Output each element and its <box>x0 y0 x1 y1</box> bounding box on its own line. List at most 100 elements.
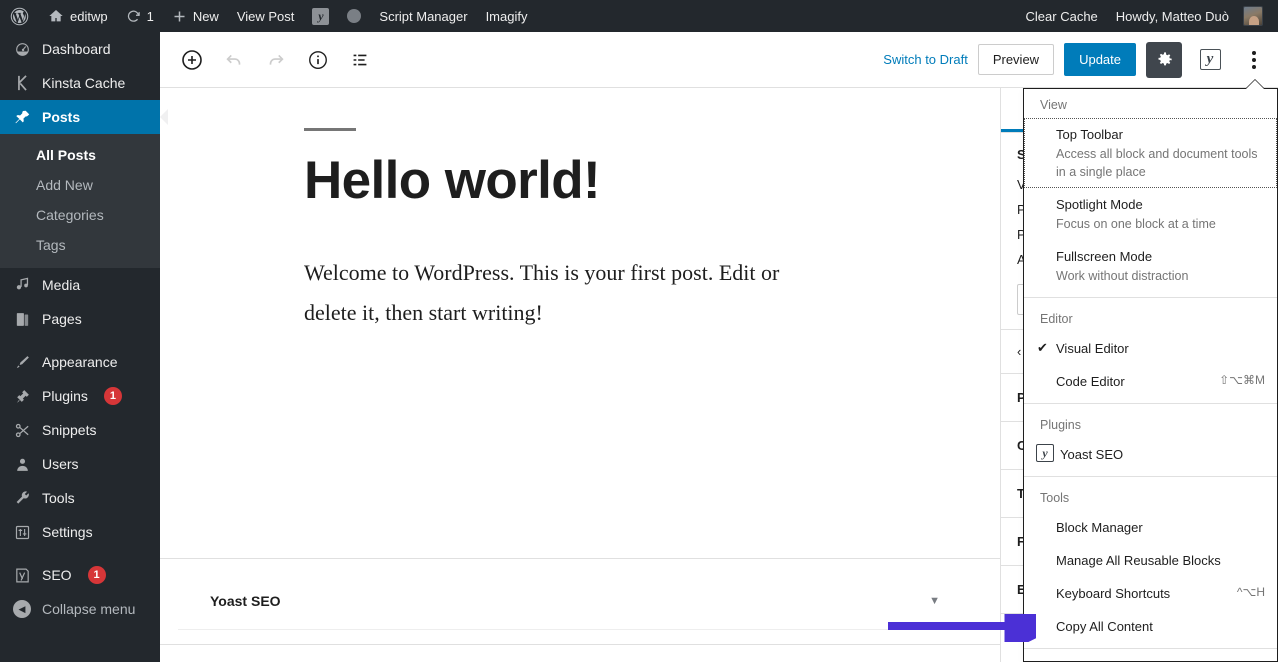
sidebar-item-label: Kinsta Cache <box>42 75 125 91</box>
submenu-item-categories[interactable]: Categories <box>0 200 160 230</box>
users-icon <box>12 456 32 473</box>
avatar <box>1243 6 1263 26</box>
menu-item-visual-editor[interactable]: ✔ Visual Editor <box>1024 332 1277 365</box>
sidebar-item-appearance[interactable]: Appearance <box>0 345 160 379</box>
editor-canvas: Hello world! Welcome to WordPress. This … <box>160 88 1000 662</box>
title-rule <box>304 128 356 131</box>
site-name-menu[interactable]: editwp <box>39 0 117 32</box>
menu-item-keyboard-shortcuts[interactable]: Keyboard Shortcuts ^⌥H <box>1024 577 1277 610</box>
script-manager-label: Script Manager <box>379 9 467 24</box>
collapse-menu-button[interactable]: ◀ Collapse menu <box>0 592 160 626</box>
seo-notification-badge: 1 <box>88 566 106 584</box>
sidebar-item-dashboard[interactable]: Dashboard <box>0 32 160 66</box>
menu-item-yoast-seo[interactable]: y Yoast SEO <box>1024 438 1277 471</box>
sidebar-item-label: Snippets <box>42 422 96 438</box>
submenu-item-add-new[interactable]: Add New <box>0 170 160 200</box>
yoast-seo-icon: y <box>1036 444 1054 462</box>
wordpress-logo-menu[interactable] <box>0 0 39 32</box>
imagify-menu[interactable]: Imagify <box>477 0 537 32</box>
menu-item-block-manager[interactable]: Block Manager <box>1024 511 1277 544</box>
sidebar-item-kinsta-cache[interactable]: Kinsta Cache <box>0 66 160 100</box>
submenu-item-tags[interactable]: Tags <box>0 230 160 260</box>
menu-divider <box>1024 403 1277 404</box>
menu-item-title: Top Toolbar <box>1056 125 1265 144</box>
clear-cache-button[interactable]: Clear Cache <box>1017 0 1107 32</box>
menu-item-description: Focus on one block at a time <box>1056 215 1265 233</box>
my-account-menu[interactable]: Howdy, Matteo Duò <box>1107 0 1272 32</box>
editor-header-actions: Switch to Draft Preview Update y <box>883 42 1270 78</box>
script-manager-menu[interactable]: Script Manager <box>370 0 476 32</box>
new-content-menu[interactable]: New <box>163 0 228 32</box>
sidebar-item-media[interactable]: Media <box>0 268 160 302</box>
editor-header: Switch to Draft Preview Update y <box>160 32 1278 88</box>
post-title[interactable]: Hello world! <box>304 153 1000 209</box>
preview-button[interactable]: Preview <box>978 44 1054 75</box>
menu-item-fullscreen-mode[interactable]: Fullscreen Mode Work without distraction <box>1024 240 1277 292</box>
add-block-icon[interactable] <box>174 42 210 78</box>
new-label: New <box>193 9 219 24</box>
sidebar-item-label: SEO <box>42 567 72 583</box>
menu-item-manage-all-reusable-blocks[interactable]: Manage All Reusable Blocks <box>1024 544 1277 577</box>
menu-item-shortcut: ^⌥H <box>1237 584 1265 599</box>
redo-icon[interactable] <box>258 42 294 78</box>
pages-icon <box>12 311 32 328</box>
menu-group-label-editor: Editor <box>1024 303 1277 332</box>
sidebar-item-pages[interactable]: Pages <box>0 302 160 336</box>
sidebar-item-seo[interactable]: SEO 1 <box>0 558 160 592</box>
sidebar-item-snippets[interactable]: Snippets <box>0 413 160 447</box>
plus-icon <box>172 9 187 24</box>
pin-icon <box>12 109 32 126</box>
menu-item-title: Fullscreen Mode <box>1056 247 1265 266</box>
metabox-header[interactable]: Yoast SEO ▼ <box>178 573 982 630</box>
menu-item-copy-all-content[interactable]: Copy All Content <box>1024 610 1277 643</box>
menu-item-code-editor[interactable]: Code Editor ⇧⌥⌘M <box>1024 365 1277 398</box>
menu-item-title: Manage All Reusable Blocks <box>1056 551 1265 570</box>
yoast-seo-icon <box>12 567 32 584</box>
menu-divider <box>1024 648 1277 649</box>
chevron-down-icon[interactable]: ▼ <box>929 595 940 607</box>
sidebar-item-label: Media <box>42 277 80 293</box>
menu-item-spotlight-mode[interactable]: Spotlight Mode Focus on one block at a t… <box>1024 188 1277 240</box>
details-info-icon[interactable] <box>300 42 336 78</box>
settings-icon <box>12 524 32 541</box>
kebab-menu-icon[interactable] <box>1238 42 1270 78</box>
wrench-icon <box>12 490 32 507</box>
menu-item-title: Yoast SEO <box>1060 445 1265 464</box>
menu-item-title: Spotlight Mode <box>1056 195 1265 214</box>
sidebar-item-posts[interactable]: Posts <box>0 100 160 134</box>
sidebar-item-plugins[interactable]: Plugins 1 <box>0 379 160 413</box>
plugins-update-badge: 1 <box>104 387 122 405</box>
sidebar-item-label: Settings <box>42 524 93 540</box>
list-view-icon[interactable] <box>342 42 378 78</box>
post-paragraph-block[interactable]: Welcome to WordPress. This is your first… <box>304 253 804 333</box>
imagify-label: Imagify <box>486 9 528 24</box>
submenu-item-all-posts[interactable]: All Posts <box>0 140 160 170</box>
menu-item-description: Access all block and document tools in a… <box>1056 145 1265 181</box>
menu-item-description: Work without distraction <box>1056 267 1265 285</box>
post-content: Hello world! Welcome to WordPress. This … <box>160 88 1000 333</box>
yoast-adminbar-menu[interactable]: y <box>303 0 338 32</box>
site-name-label: editwp <box>70 9 108 24</box>
admin-bar-right: Clear Cache Howdy, Matteo Duò <box>1017 0 1278 32</box>
yoast-seo-icon[interactable]: y <box>1192 42 1228 78</box>
admin-bar: editwp 1 New View Post y Script Manager … <box>0 0 1278 32</box>
updates-count: 1 <box>147 9 154 24</box>
cache-status-menu[interactable] <box>338 0 370 32</box>
metabox-mammoth-docx-converter: Mammoth .docx converter ▼ <box>160 644 1000 662</box>
menu-divider <box>1024 476 1277 477</box>
sidebar-item-settings[interactable]: Settings <box>0 515 160 549</box>
dashboard-icon <box>12 41 32 58</box>
updates-menu[interactable]: 1 <box>117 0 163 32</box>
menu-item-title: Code Editor <box>1056 372 1209 391</box>
gear-icon[interactable] <box>1146 42 1182 78</box>
plugins-icon <box>12 388 32 405</box>
undo-icon[interactable] <box>216 42 252 78</box>
menu-item-top-toolbar[interactable]: Top Toolbar Access all block and documen… <box>1024 118 1277 188</box>
switch-to-draft-link[interactable]: Switch to Draft <box>883 52 968 67</box>
sidebar-item-tools[interactable]: Tools <box>0 481 160 515</box>
dropdown-pointer-arrow <box>1246 80 1264 89</box>
collapse-menu-label: Collapse menu <box>42 601 135 617</box>
view-post-link[interactable]: View Post <box>228 0 304 32</box>
update-button[interactable]: Update <box>1064 43 1136 76</box>
sidebar-item-users[interactable]: Users <box>0 447 160 481</box>
